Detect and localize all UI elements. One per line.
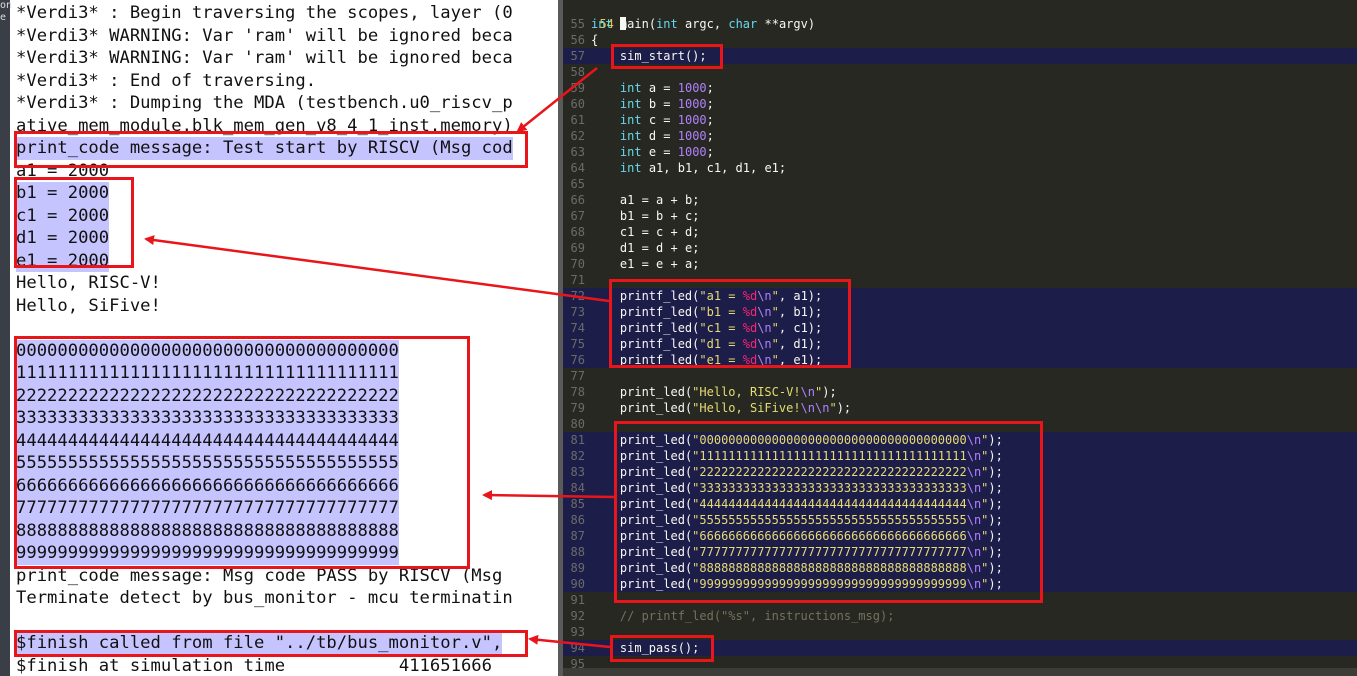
code-text: // printf_led("%s", instructions_msg); (591, 609, 895, 623)
line-number: 68 (570, 225, 585, 239)
line-number: 84 (570, 481, 585, 495)
code-text: int a1, b1, c1, d1, e1; (619, 161, 787, 175)
code-text: int d = 1000; (619, 129, 714, 143)
code-line[interactable]: 60 int b = 1000; (563, 96, 1357, 112)
box-terminal-test-start (14, 131, 528, 168)
code-text: print_led("Hello, RISC-V!\n"); (619, 385, 837, 399)
terminal-line: Hello, SiFive! (16, 295, 161, 316)
line-number: 73 (570, 305, 585, 319)
code-line[interactable]: 61 int c = 1000; (563, 112, 1357, 128)
line-number: 60 (570, 97, 585, 111)
code-line[interactable]: 67 b1 = b + c; (563, 208, 1357, 224)
line-number: 58 (570, 65, 585, 79)
box-code-print-led-digits (614, 421, 1043, 603)
line-number: 80 (570, 417, 585, 431)
code-text: int main(int argc, char **argv) (591, 17, 816, 31)
line-number: 83 (570, 465, 585, 479)
code-line[interactable]: 65 (563, 176, 1357, 192)
line-number: 85 (570, 497, 585, 511)
line-number: 72 (570, 289, 585, 303)
terminal-line: Hello, RISC-V! (16, 273, 161, 293)
line-number: 91 (570, 593, 585, 607)
code-text: int c = 1000; (619, 113, 714, 127)
box-code-sim-pass (610, 635, 714, 662)
code-line[interactable]: 66 a1 = a + b; (563, 192, 1357, 208)
line-number: 63 (570, 145, 585, 159)
line-number: 90 (570, 577, 585, 591)
line-number: 74 (570, 321, 585, 335)
code-line[interactable]: 63 int e = 1000; (563, 144, 1357, 160)
line-number: 76 (570, 353, 585, 367)
line-number: 62 (570, 129, 585, 143)
line-number: 70 (570, 257, 585, 271)
line-number: 92 (570, 609, 585, 623)
terminal-line: *Verdi3* WARNING: Var 'ram' will be igno… (16, 25, 513, 46)
line-number: 67 (570, 209, 585, 223)
code-line[interactable]: 70 e1 = e + a; (563, 256, 1357, 272)
code-text: a1 = a + b; (619, 193, 700, 207)
line-number: 79 (570, 401, 585, 415)
code-line[interactable]: 68 c1 = c + d; (563, 224, 1357, 240)
code-text: d1 = d + e; (619, 241, 700, 255)
box-code-printf-led (609, 279, 851, 368)
box-terminal-values (14, 177, 134, 268)
line-number: 81 (570, 433, 585, 447)
line-number: 82 (570, 449, 585, 463)
line-number: 57 (570, 49, 585, 63)
terminal-line: *Verdi3* : Dumping the MDA (testbench.u0… (16, 93, 513, 113)
terminal-line: *Verdi3* : End of traversing. (16, 70, 317, 91)
code-line[interactable]: 92 // printf_led("%s", instructions_msg)… (563, 608, 1357, 624)
line-number: 88 (570, 545, 585, 559)
line-number: 55 (570, 17, 585, 31)
code-text: int e = 1000; (619, 145, 714, 159)
code-line[interactable]: 55 int main(int argc, char **argv) (563, 16, 1357, 32)
line-number: 89 (570, 561, 585, 575)
line-number: 66 (570, 193, 585, 207)
line-number: 86 (570, 513, 585, 527)
line-number: 78 (570, 385, 585, 399)
line-number: 87 (570, 529, 585, 543)
terminal-line: *Verdi3* WARNING: Var 'ram' will be igno… (16, 48, 513, 68)
line-number: 75 (570, 337, 585, 351)
code-text: e1 = e + a; (619, 257, 700, 271)
code-line[interactable]: 79 print_led("Hello, SiFive!\n\n"); (563, 400, 1357, 416)
line-number: 64 (570, 161, 585, 175)
line-number: 93 (570, 625, 585, 639)
current-line[interactable]: 54 (563, 0, 1357, 31)
line-number: 65 (570, 177, 585, 191)
code-line[interactable]: 77 (563, 368, 1357, 384)
line-number: 69 (570, 241, 585, 255)
code-text: c1 = c + d; (619, 225, 700, 239)
sidebar-fragment: on e (0, 0, 13, 23)
code-text: int a = 1000; (619, 81, 714, 95)
editor-status-bar (563, 668, 1357, 676)
box-terminal-digits (14, 336, 470, 569)
code-line[interactable]: 62 int d = 1000; (563, 128, 1357, 144)
terminal-line: $finish at simulation time 411651666 (16, 655, 492, 676)
line-number: 61 (570, 113, 585, 127)
code-text: int b = 1000; (619, 97, 714, 111)
code-line[interactable]: 69 d1 = d + e; (563, 240, 1357, 256)
code-line[interactable]: 64 int a1, b1, c1, d1, e1; (563, 160, 1357, 176)
line-number: 94 (570, 641, 585, 655)
code-text: { (591, 33, 599, 47)
line-number: 56 (570, 33, 585, 47)
code-line[interactable]: 78 print_led("Hello, RISC-V!\n"); (563, 384, 1357, 400)
code-text: print_led("Hello, SiFive!\n\n"); (619, 401, 852, 415)
sidebar-strip: on e (0, 0, 13, 676)
box-terminal-finish (14, 630, 528, 657)
line-number: 59 (570, 81, 585, 95)
code-line[interactable]: 59 int a = 1000; (563, 80, 1357, 96)
line-number: 77 (570, 369, 585, 383)
terminal-line: *Verdi3* : Begin traversing the scopes, … (16, 3, 513, 23)
line-number: 71 (570, 273, 585, 287)
box-code-sim-start (611, 44, 723, 69)
terminal-line: Terminate detect by bus_monitor - mcu te… (16, 588, 513, 608)
code-text: b1 = b + c; (619, 209, 700, 223)
